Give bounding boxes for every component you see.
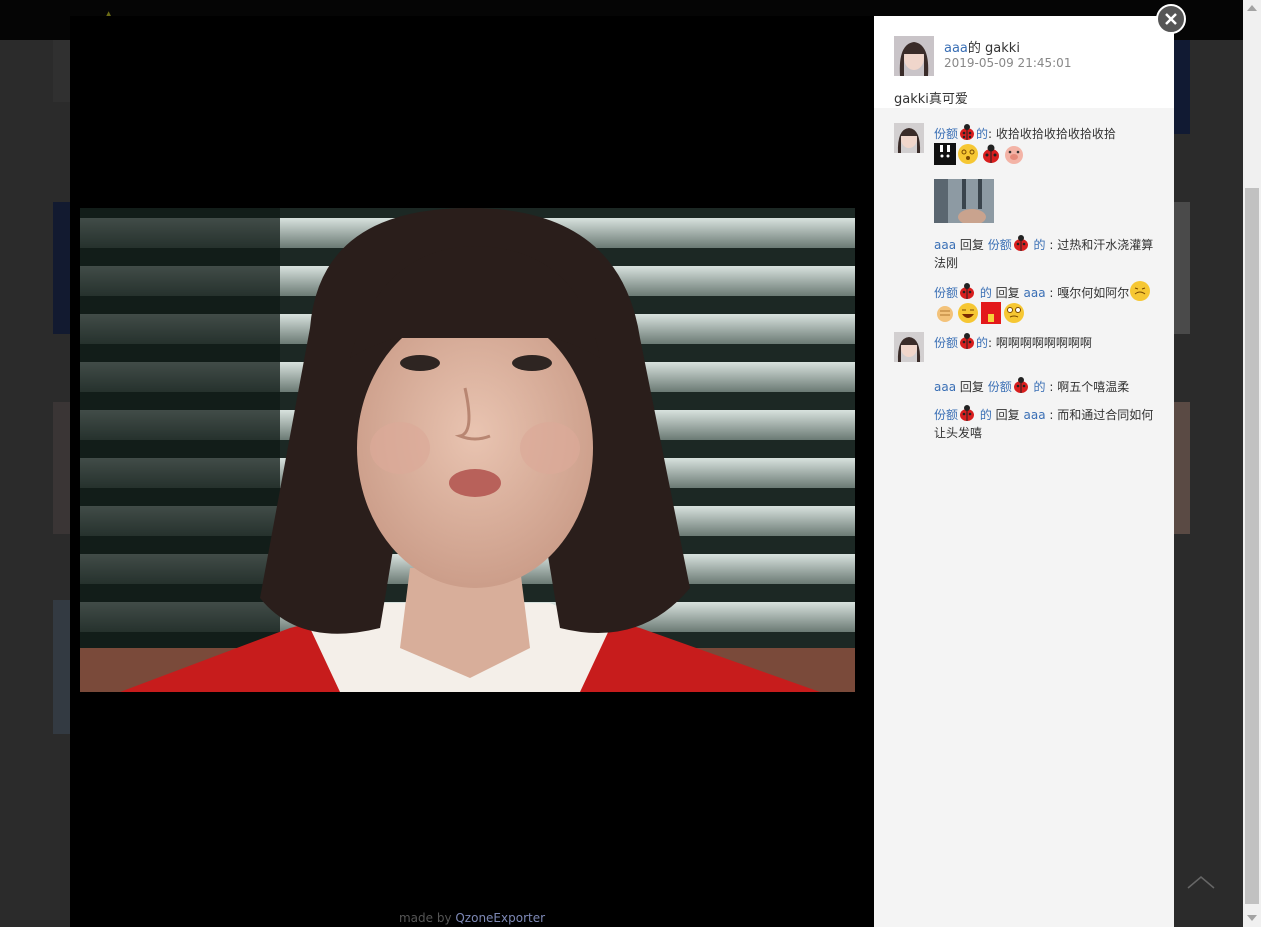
close-icon [1165,13,1177,25]
comment-text: 收拾收拾收拾收拾收拾 [995,127,1116,141]
reply-from-link[interactable]: 份额 [934,408,958,422]
reply-text: 嘎尔何如阿尔 [1057,286,1130,300]
scroll-up-arrow-icon[interactable] [1247,5,1257,11]
reply-from-link[interactable]: aaa [934,238,956,252]
reply-to-link[interactable]: aaa [1023,408,1045,422]
reply-verb: 回复 [991,286,1024,300]
red-envelope-emoji-icon [980,302,1002,324]
reply-verb: 回复 [991,408,1024,422]
reply-to-link[interactable]: 份额 [988,238,1012,252]
reply-separator: : [1045,380,1058,394]
comment-panel: aaa的 gakki 2019-05-09 21:45:01 gakki真可爱 … [874,16,1174,927]
eye-roll-emoji-icon [1003,302,1025,324]
back-to-top-button[interactable] [1186,872,1216,892]
post-timestamp: 2019-05-09 21:45:01 [944,56,1072,70]
scroll-down-arrow-icon[interactable] [1247,915,1257,921]
reply-to-suffix: 的 [1029,380,1046,394]
comment-image-thumbnail[interactable] [934,179,994,223]
reply-separator: : [1045,238,1058,252]
background-banner-edge [1174,40,1190,134]
reply-to-suffix: 的 [1029,238,1046,252]
reply-from-suffix: 的 [976,286,992,300]
comment-body: 份额 的: 收拾收拾收拾收拾收拾 [934,123,1156,165]
close-button[interactable] [1156,4,1186,34]
footer-prefix: made by [398,911,456,925]
reply-item: aaa 回复 份额 的 : 啊五个嘻温柔 [934,376,1156,396]
ladybug-icon [958,123,976,141]
reply-separator: : [1045,286,1058,300]
post-author-link[interactable]: aaa [944,41,968,56]
ladybug-icon [1012,234,1030,252]
commenter-avatar[interactable] [894,332,924,362]
commenter-link[interactable]: 份额 [934,127,958,141]
reply-to-link[interactable]: aaa [1023,286,1045,300]
laugh-emoji-icon [957,302,979,324]
commenter-avatar[interactable] [894,123,924,153]
background-card-right [1174,202,1190,334]
reply-item: 份额 的 回复 aaa : 而和通过合同如何让头发嘻 [934,404,1156,442]
reply-to-link[interactable]: 份额 [988,380,1012,394]
reply-verb: 回复 [956,238,988,252]
qzone-exporter-link[interactable]: QzoneExporter [455,911,545,925]
reply-separator: : [1045,408,1058,422]
rabbit-emoji-icon [934,143,956,165]
pig-emoji-icon [1003,143,1025,165]
reply-from-link[interactable]: aaa [934,380,956,394]
ladybug-emoji-icon [980,143,1002,165]
commenter-link[interactable]: 份额 [934,336,958,350]
comment-separator: : [988,336,996,350]
background-card-left-3 [53,600,70,734]
reply-from-suffix: 的 [976,408,992,422]
comment-body: 份额 的: 啊啊啊啊啊啊啊啊 [934,332,1156,352]
ladybug-icon [958,282,976,300]
reply-item: aaa 回复 份额 的 : 过热和汗水浇灌算法刚 [934,234,1156,272]
scrollbar-thumb[interactable] [1245,188,1259,904]
post-header: aaa的 gakki 2019-05-09 21:45:01 gakki真可爱 [874,16,1174,108]
author-avatar[interactable] [894,36,934,76]
comment-text: 啊啊啊啊啊啊啊啊 [995,336,1092,350]
comment-item: 份额 的: 啊啊啊啊啊啊啊啊 aaa 回复 份额 的 : 啊五个嘻温柔 份额 的 … [894,332,1164,452]
post-author-line: aaa的 gakki [944,37,1020,56]
photo-image[interactable] [80,208,855,692]
chevron-up-icon [1187,876,1215,889]
page-scrollbar[interactable] [1243,0,1261,927]
ladybug-icon [1012,376,1030,394]
background-card-right-2 [1174,402,1190,534]
commenter-suffix: 的 [976,127,989,141]
post-author-suffix: 的 gakki [967,41,1020,56]
commenter-suffix: 的 [976,336,989,350]
comment-item: 份额 的: 收拾收拾收拾收拾收拾 aaa 回复 份额 的 : 过热和汗水浇灌算法刚… [894,123,1164,333]
photo-viewer: made by QzoneExporter [70,16,874,927]
reply-text: 啊五个嘻温柔 [1057,380,1130,394]
ladybug-icon [958,404,976,422]
dizzy-face-emoji-icon [957,143,979,165]
background-card-left [53,202,70,334]
background-card-left-2 [53,402,70,534]
fist-emoji-icon [934,302,956,324]
post-text: gakki真可爱 [894,92,968,107]
reply-from-link[interactable]: 份额 [934,286,958,300]
grimace-emoji-icon [1129,280,1151,302]
ladybug-icon [958,332,976,350]
viewer-footer: made by QzoneExporter [70,911,874,925]
reply-verb: 回复 [956,380,988,394]
reply-item: 份额 的 回复 aaa : 嘎尔何如阿尔 [934,280,1156,324]
comment-separator: : [988,127,996,141]
